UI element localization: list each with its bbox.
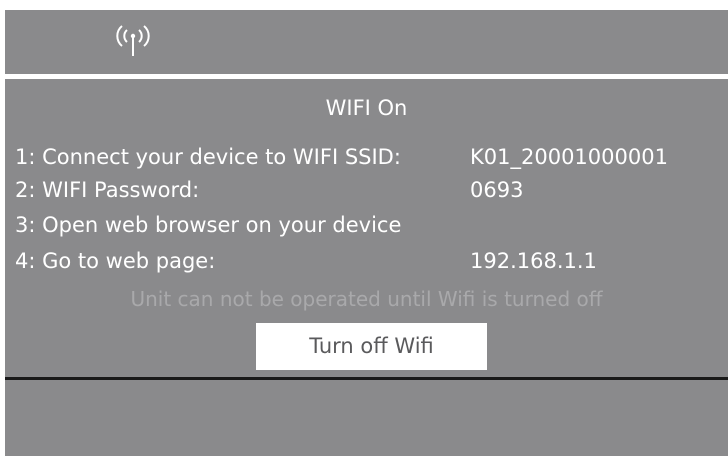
password-label: 2: WIFI Password: <box>15 178 200 202</box>
operation-notice: Unit can not be operated until Wifi is t… <box>130 287 603 311</box>
web-page-address: 192.168.1.1 <box>470 249 597 273</box>
web-page-label: 4: Go to web page: <box>15 249 216 273</box>
wifi-info-panel: WIFI On 1: Connect your device to WIFI S… <box>5 79 728 377</box>
turn-off-wifi-button[interactable]: Turn off Wifi <box>256 323 487 370</box>
wifi-screen: WIFI On 1: Connect your device to WIFI S… <box>0 0 728 456</box>
browser-instruction: 3: Open web browser on your device <box>15 213 402 237</box>
ssid-value: K01_20001000001 <box>470 145 668 169</box>
bottom-bar <box>5 380 728 456</box>
ssid-label: 1: Connect your device to WIFI SSID: <box>15 145 401 169</box>
password-value: 0693 <box>470 178 524 202</box>
wifi-broadcast-icon <box>116 25 150 56</box>
panel-title: WIFI On <box>325 96 408 120</box>
status-bar <box>5 10 728 74</box>
